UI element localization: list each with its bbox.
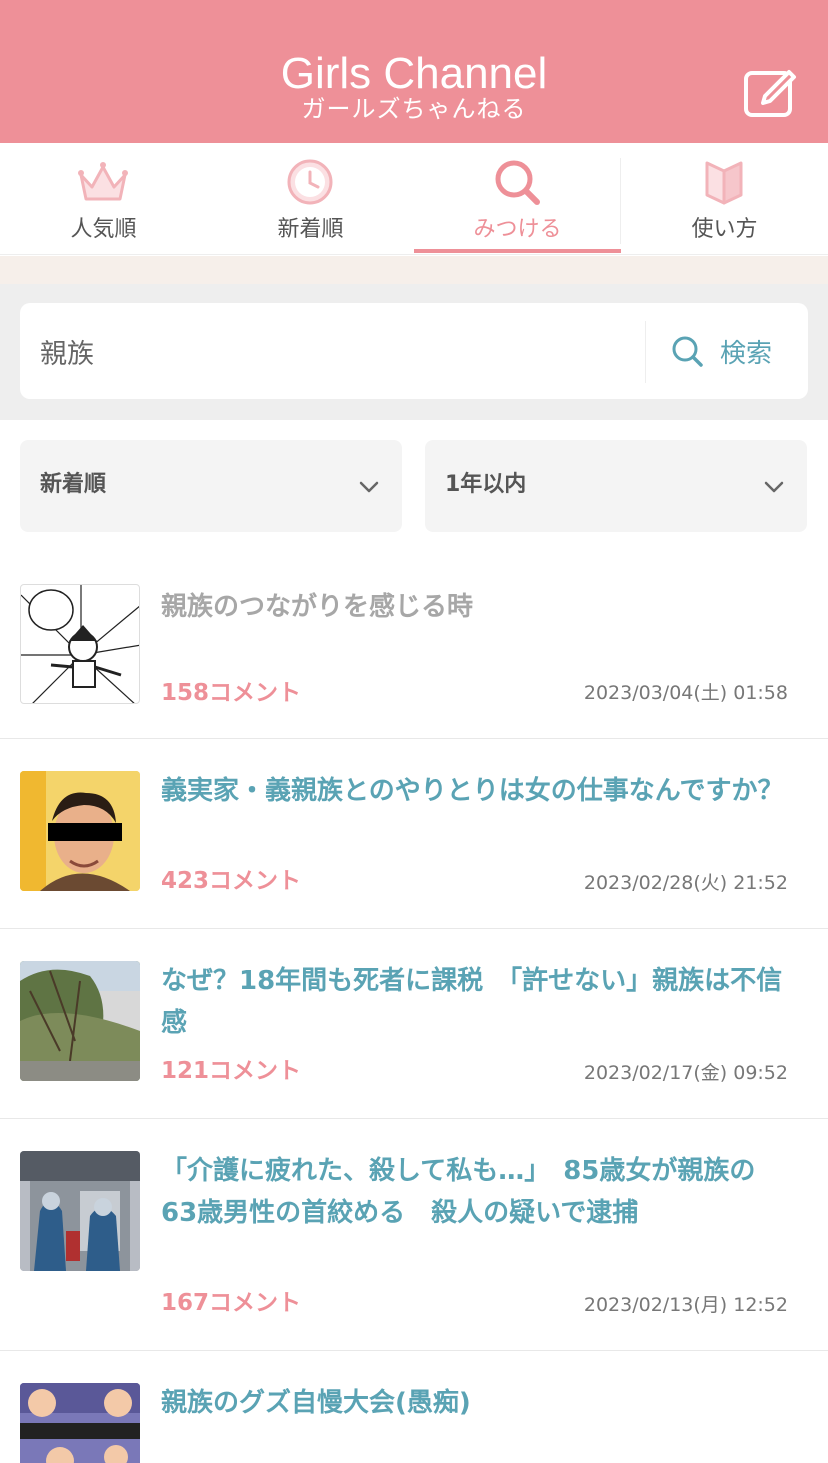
search-divider <box>645 321 646 383</box>
topic-date: 2023/02/28(火) 21:52 <box>583 872 788 894</box>
tab-popular-label: 人気順 <box>70 217 137 242</box>
topic-date: 2023/03/04(土) 01:58 <box>583 682 788 704</box>
tab-find[interactable]: みつける <box>414 143 621 255</box>
comment-count: 121コメント <box>161 1058 302 1084</box>
chevron-down-icon <box>359 481 379 493</box>
tab-find-label: みつける <box>473 217 562 242</box>
sort-select-value: 新着順 <box>40 472 107 497</box>
topic-title[interactable]: 義実家・義親族とのやりとりは女の仕事なんですか？ <box>161 770 791 812</box>
topic-title[interactable]: 親族のつながりを感じる時 <box>161 586 791 628</box>
comment-count: 158コメント <box>161 680 302 706</box>
topic-thumbnail <box>20 771 140 891</box>
period-select-value: 1年以内 <box>445 472 527 497</box>
topic-thumbnail <box>20 1383 140 1463</box>
topic-thumbnail <box>20 584 140 704</box>
search-button-label: 検索 <box>720 338 773 369</box>
app-header: Girls Channel ガールズちゃんねる <box>0 0 828 143</box>
chevron-down-icon <box>764 481 784 493</box>
search-input[interactable] <box>40 325 640 377</box>
tab-howto-label: 使い方 <box>691 217 758 242</box>
topic-thumbnail <box>20 1151 140 1271</box>
search-button[interactable]: 検索 <box>670 331 800 371</box>
tab-howto[interactable]: 使い方 <box>621 143 828 255</box>
topic-thumbnail <box>20 961 140 1081</box>
site-logo-subtitle: ガールズちゃんねる <box>301 95 527 123</box>
tab-popular[interactable]: 人気順 <box>0 143 207 255</box>
comment-count: 423コメント <box>161 868 302 894</box>
topic-list-item[interactable]: 「介護に疲れた、殺して私も…」 85歳女が親族の63歳男性の首絞める 殺人の疑い… <box>0 1120 828 1351</box>
tab-divider <box>620 158 621 244</box>
comment-count: 167コメント <box>161 1290 302 1316</box>
section-band <box>0 256 828 284</box>
book-icon <box>705 161 743 205</box>
period-select[interactable]: 1年以内 <box>425 440 807 532</box>
search-area: 検索 <box>0 284 828 420</box>
topic-list-item[interactable]: 義実家・義親族とのやりとりは女の仕事なんですか？ 423コメント 2023/02… <box>0 740 828 929</box>
search-icon <box>672 336 703 367</box>
site-logo[interactable]: Girls Channel <box>0 50 828 98</box>
tab-new-label: 新着順 <box>277 217 344 242</box>
search-icon <box>495 160 540 205</box>
search-box: 検索 <box>20 303 808 399</box>
topic-date: 2023/02/13(月) 12:52 <box>583 1294 788 1316</box>
topic-list-item[interactable]: 親族のつながりを感じる時 158コメント 2023/03/04(土) 01:58 <box>0 554 828 739</box>
edit-icon[interactable] <box>743 66 797 118</box>
crown-icon <box>78 162 128 201</box>
topic-list-item[interactable]: 親族のグズ自慢大会(愚痴) <box>0 1352 828 1463</box>
topic-title[interactable]: なぜ？18年間も死者に課税 「許せない」親族は不信感 <box>161 960 791 1044</box>
nav-tabs: 人気順 新着順 みつける 使い方 <box>0 143 828 255</box>
clock-icon <box>287 159 333 205</box>
topic-title[interactable]: 「介護に疲れた、殺して私も…」 85歳女が親族の63歳男性の首絞める 殺人の疑い… <box>161 1150 791 1234</box>
topic-list-item[interactable]: なぜ？18年間も死者に課税 「許せない」親族は不信感 121コメント 2023/… <box>0 930 828 1119</box>
topic-date: 2023/02/17(金) 09:52 <box>583 1062 788 1084</box>
topic-title[interactable]: 親族のグズ自慢大会(愚痴) <box>161 1382 791 1424</box>
sort-select[interactable]: 新着順 <box>20 440 402 532</box>
tab-new[interactable]: 新着順 <box>207 143 414 255</box>
